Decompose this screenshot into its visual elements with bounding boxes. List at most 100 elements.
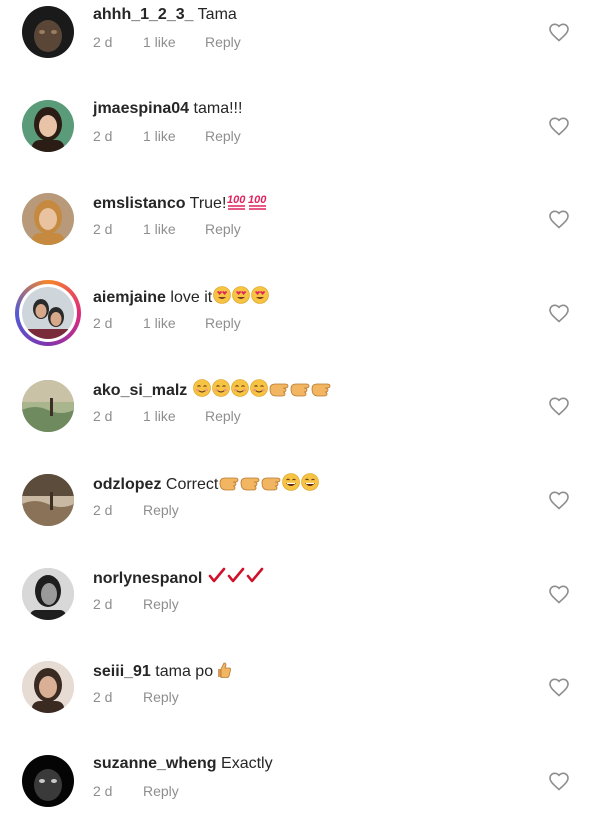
comment-row: norlynespanol 2 d Reply — [0, 562, 600, 652]
comment-emojis — [202, 567, 264, 587]
like-count[interactable]: 1 like — [143, 407, 205, 425]
heart-outline-icon[interactable] — [548, 677, 570, 697]
username[interactable]: suzanne_wheng — [93, 755, 217, 772]
reply-button[interactable]: Reply — [205, 127, 241, 145]
username[interactable]: ako_si_malz — [93, 382, 187, 399]
check-emoji-icon — [227, 567, 245, 582]
comment-meta: 2 d Reply — [93, 595, 179, 613]
username[interactable]: emslistanco — [93, 195, 185, 212]
comment-body: True! — [189, 195, 227, 213]
reply-button[interactable]: Reply — [143, 688, 179, 706]
comment-row: jmaespina04 tama!!! 2 d 1 like Reply — [0, 94, 600, 184]
comment-meta: 2 d 1 like Reply — [93, 407, 241, 425]
comment-row: ako_si_malz 2 d 1 like Reply — [0, 374, 600, 464]
avatar[interactable] — [22, 754, 74, 807]
comment-row: seiii_91 tama po 2 d Reply — [0, 655, 600, 745]
username[interactable]: jmaespina04 — [93, 100, 189, 117]
heart-outline-icon[interactable] — [548, 584, 570, 604]
comment-meta: 2 d 1 like Reply — [93, 33, 241, 51]
comment-text: odzlopez Correct — [93, 473, 320, 495]
reply-button[interactable]: Reply — [205, 314, 241, 332]
comment-text: emslistanco True! 100 100 — [93, 192, 268, 214]
blush-emoji-icon — [249, 379, 268, 398]
blush-emoji-icon — [230, 379, 249, 398]
username[interactable]: odzlopez — [93, 476, 161, 493]
avatar[interactable] — [22, 567, 74, 620]
reply-button[interactable]: Reply — [143, 782, 179, 800]
comment-row: emslistanco True! 100 100 2 d1 like Reply — [0, 187, 600, 277]
comment-emojis — [187, 379, 331, 399]
hundred-points-emoji-icon: 100 — [227, 194, 247, 210]
reply-button[interactable]: Reply — [205, 220, 241, 238]
reply-button[interactable]: Reply — [205, 407, 241, 425]
pointing-emoji-icon — [290, 383, 310, 397]
hundred-points-emoji-icon: 100 — [248, 194, 268, 210]
username[interactable]: ahhh_1_2_3_ — [93, 6, 194, 23]
avatar[interactable] — [15, 279, 81, 346]
heart-eyes-emoji-icon — [213, 285, 231, 304]
comment-list: ahhh_1_2_3_ Tama 2 d1 like Reply jmaespina… — [0, 0, 600, 822]
heart-eyes-emoji-icon — [251, 285, 269, 304]
blush-emoji-icon — [192, 379, 211, 398]
comment-body: Tama — [197, 6, 237, 23]
avatar[interactable] — [22, 99, 74, 152]
avatar[interactable] — [22, 380, 74, 433]
comment-body: love it — [170, 288, 213, 306]
comment-age: 2 d — [93, 595, 113, 612]
reply-button[interactable]: Reply — [143, 595, 179, 613]
comment-age: 2 d — [93, 782, 113, 799]
avatar[interactable] — [22, 474, 74, 526]
comment-row: ahhh_1_2_3_ Tama 2 d 1 like Reply — [0, 0, 600, 90]
pointing-emoji-icon — [219, 477, 239, 491]
heart-outline-icon[interactable] — [548, 116, 570, 136]
thumbs-up-emoji-icon — [218, 662, 232, 679]
reply-button[interactable]: Reply — [143, 501, 179, 519]
comment-row: aiemjaine love it 2 d 1 like Reply — [0, 279, 600, 371]
avatar[interactable] — [22, 6, 74, 58]
comment-text: ako_si_malz — [93, 379, 331, 401]
comment-meta: 2 d 1 like Reply — [93, 314, 241, 332]
avatar[interactable] — [22, 661, 74, 714]
comment-text: suzanne_wheng Exactly — [93, 754, 273, 774]
comment-age: 2 d — [93, 127, 113, 144]
pointing-emoji-icon — [261, 477, 281, 491]
heart-outline-icon[interactable] — [548, 303, 570, 323]
comment-emojis: 100 100 — [226, 194, 268, 212]
heart-outline-icon[interactable] — [548, 209, 570, 229]
comment-body: tama!!! — [193, 99, 243, 117]
comment-meta: 2 d Reply — [93, 688, 179, 706]
heart-outline-icon[interactable] — [548, 771, 570, 791]
comment-body: tama po — [155, 663, 214, 681]
comment-age: 2 d — [93, 408, 113, 425]
comment-body: Correct — [165, 476, 219, 493]
like-count[interactable]: 1 like — [143, 220, 205, 238]
comment-emojis — [213, 662, 232, 680]
avatar[interactable] — [22, 193, 74, 246]
username[interactable]: aiemjaine — [93, 289, 166, 306]
comment-text: seiii_91 tama po — [93, 660, 232, 682]
like-count[interactable]: 1 like — [143, 314, 205, 332]
comment-text: jmaespina04 tama!!! — [93, 99, 242, 119]
comment-body: Exactly — [221, 754, 273, 772]
svg-text:100: 100 — [248, 194, 267, 206]
heart-outline-icon[interactable] — [548, 490, 570, 510]
comment-row: suzanne_wheng Exactly 2 d Reply — [0, 749, 600, 839]
like-count[interactable]: 1 like — [143, 127, 205, 145]
comment-meta: 2 d Reply — [93, 782, 179, 800]
comment-meta: 2 d 1 like Reply — [93, 220, 241, 238]
pointing-emoji-icon — [269, 383, 289, 397]
comment-age: 2 d — [93, 689, 113, 706]
grin-emoji-icon — [301, 473, 320, 491]
pointing-emoji-icon — [311, 383, 331, 397]
check-emoji-icon — [208, 567, 226, 582]
heart-outline-icon[interactable] — [548, 396, 570, 416]
comment-text: norlynespanol — [93, 567, 264, 589]
like-count[interactable]: 1 like — [143, 33, 205, 51]
heart-eyes-emoji-icon — [232, 285, 250, 304]
username[interactable]: seiii_91 — [93, 663, 151, 680]
comment-text: aiemjaine love it — [93, 285, 269, 308]
heart-outline-icon[interactable] — [548, 22, 570, 42]
username[interactable]: norlynespanol — [93, 570, 202, 587]
comment-meta: 2 d Reply — [93, 501, 179, 519]
reply-button[interactable]: Reply — [205, 33, 241, 51]
